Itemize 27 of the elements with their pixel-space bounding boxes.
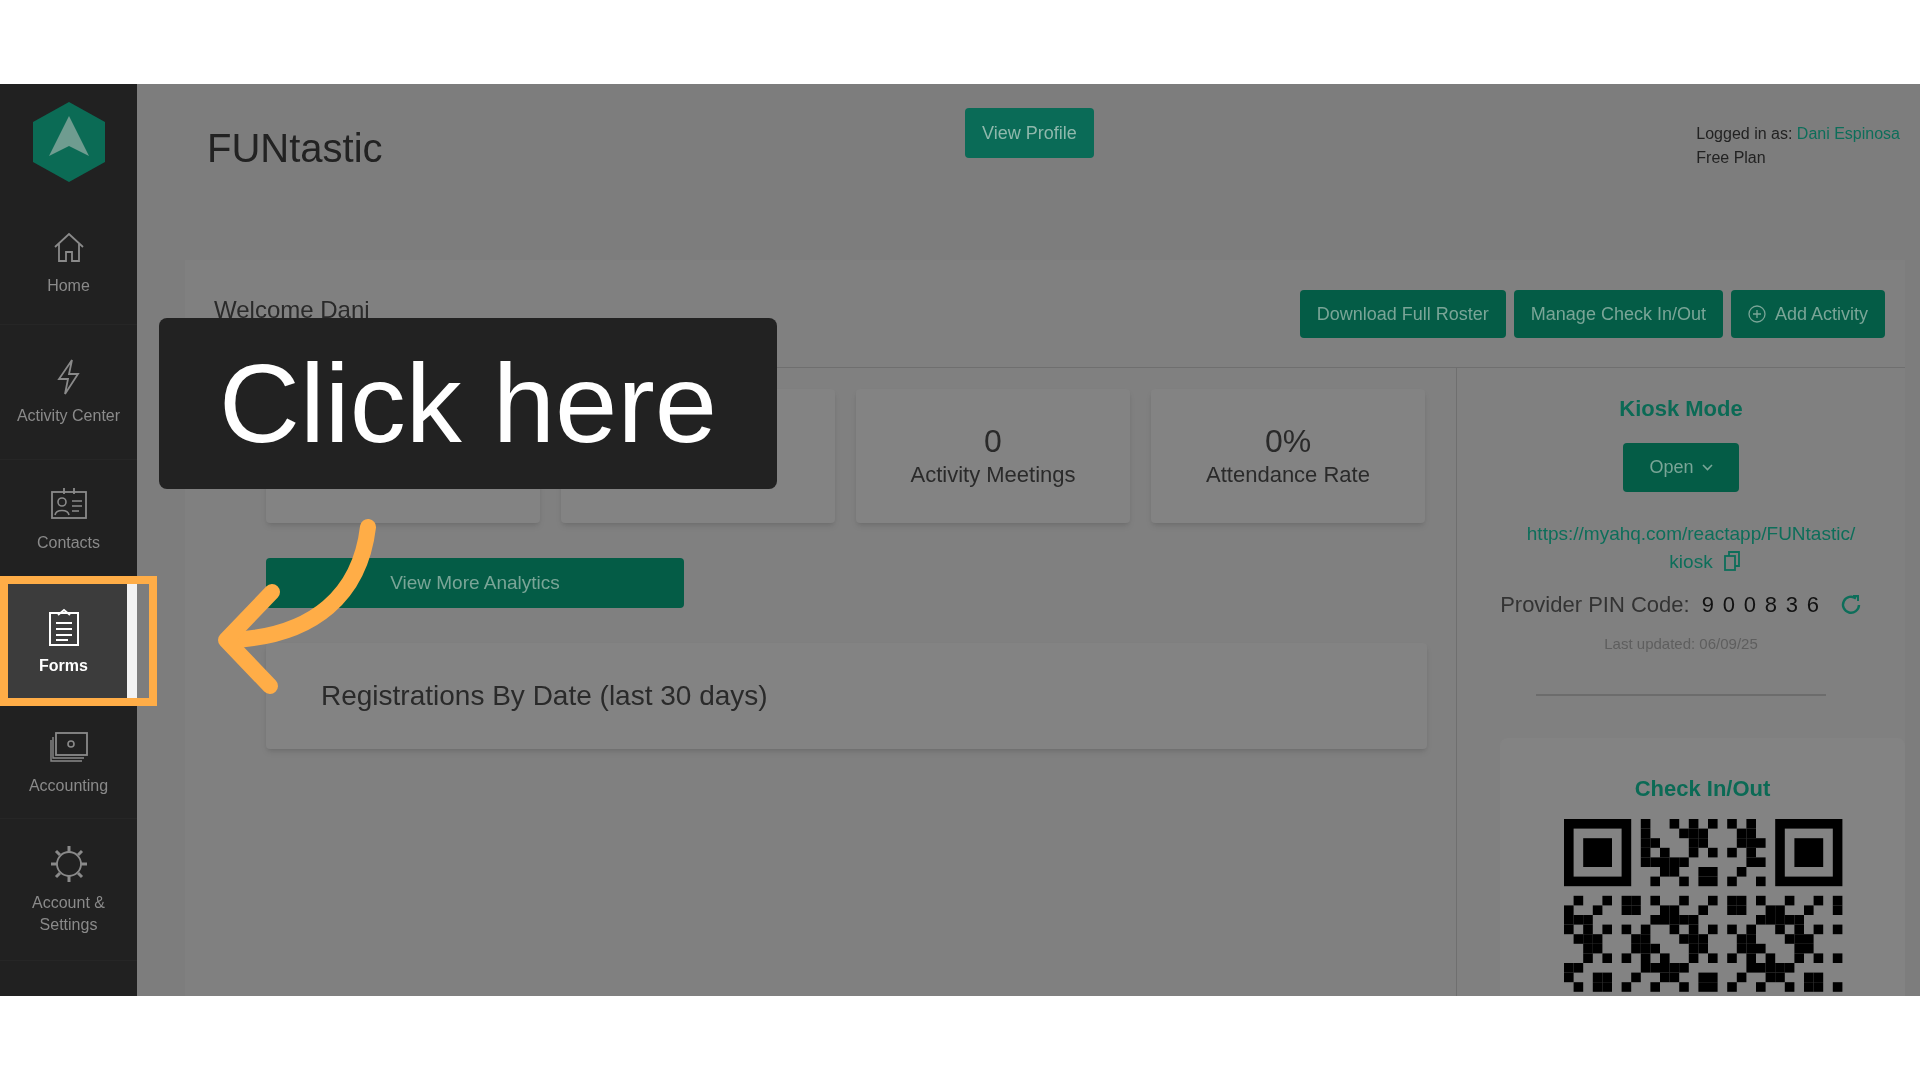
stat-label: Activity Meetings <box>910 461 1076 489</box>
callout-text: Click here <box>219 347 717 460</box>
registrations-title: Registrations By Date (last 30 days) <box>321 679 768 713</box>
stat-label: Attendance Rate <box>1206 461 1370 489</box>
sidebar-item[interactable]: Account & Settings <box>0 819 137 961</box>
kiosk-url-link[interactable]: https://myahq.com/reactapp/FUNtastic/kiosk <box>1526 520 1856 576</box>
sidebar-item[interactable]: Contacts <box>0 460 137 578</box>
view-more-analytics-button[interactable]: View More Analytics <box>266 558 684 608</box>
kiosk-mode-heading: Kiosk Mode <box>1619 395 1743 423</box>
stat-value: 0% <box>1264 422 1312 461</box>
plan-label: Free Plan <box>1696 148 1767 168</box>
sidebar-item[interactable]: Accounting <box>0 706 137 819</box>
pin-code-value: 900836 <box>1701 591 1828 619</box>
sidebar-item[interactable]: Home <box>0 200 137 325</box>
welcome-heading: Welcome Dani <box>214 295 370 325</box>
action-button[interactable]: Manage Check In/Out <box>1513 290 1723 338</box>
view-profile-button[interactable]: View Profile <box>965 108 1094 158</box>
logged-in-label: Logged in as: <box>1696 125 1793 142</box>
open-dropdown-button[interactable]: Open <box>1623 443 1739 492</box>
action-button[interactable]: Download Full Roster <box>1299 290 1506 338</box>
pin-code-label: Provider PIN Code: <box>1500 591 1690 619</box>
check-in-out-heading: Check In/Out <box>1634 774 1771 803</box>
stat-value: 0 <box>984 422 1002 461</box>
app-title: FUNtastic <box>207 125 384 172</box>
action-button[interactable]: Add Activity <box>1730 290 1885 338</box>
sidebar-item[interactable]: Activity Center <box>0 325 137 460</box>
user-name-link[interactable]: Dani Espinosa <box>1796 125 1900 142</box>
